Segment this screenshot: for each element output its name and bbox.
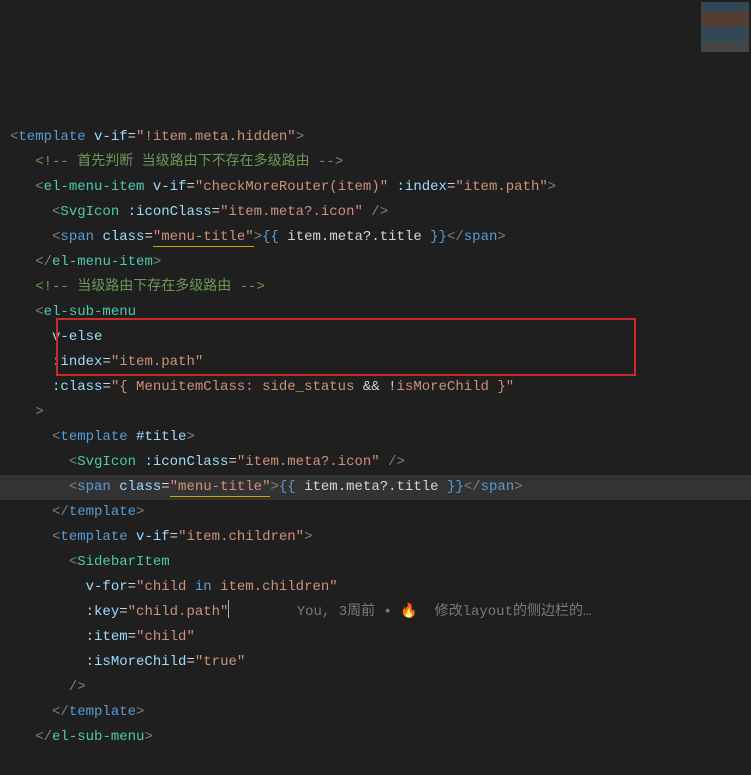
- flame-icon: 🔥: [400, 604, 417, 620]
- minimap[interactable]: [701, 2, 749, 52]
- git-blame-annotation: You, 3周前 • 🔥 修改layout的侧边栏的…: [297, 604, 592, 620]
- code-content: <template v-if="!item.meta.hidden"> <!--…: [10, 100, 751, 750]
- text-cursor: [228, 600, 229, 618]
- code-editor[interactable]: <template v-if="!item.meta.hidden"> <!--…: [0, 0, 751, 775]
